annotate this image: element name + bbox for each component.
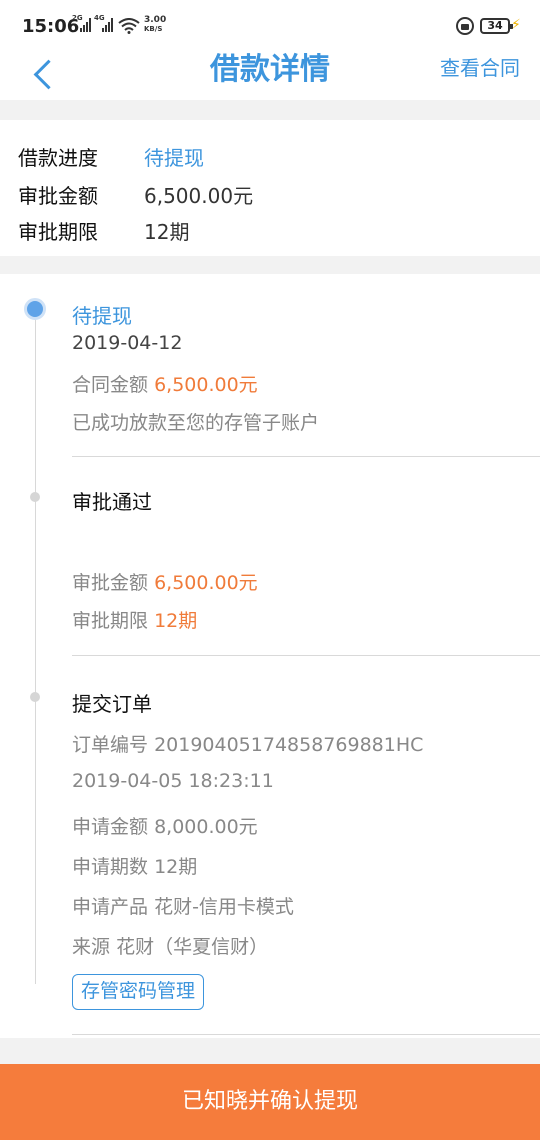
progress-value: 待提现 [144, 146, 204, 170]
amount-row: 审批金额 6,500.00元 [18, 180, 253, 209]
loan-timeline: 待提现 2019-04-12 合同金额 6,500.00元 已成功放款至您的存管… [0, 274, 540, 1038]
source-row: 来源 花财（华夏信财） [72, 936, 269, 958]
progress-row: 借款进度 待提现 [18, 142, 204, 171]
amount-value: 6,500.00元 [144, 184, 254, 208]
order-number-row: 订单编号 20190405174858769881HC [72, 734, 424, 756]
timeline-dot [30, 692, 40, 702]
network-speed: 3.00 KB/S [144, 15, 167, 34]
timeline-dot-active [24, 298, 46, 320]
term-row: 审批期限 12期 [18, 216, 189, 245]
term-label: 审批期限 [18, 220, 98, 244]
confirm-withdraw-button[interactable]: 已知晓并确认提现 [0, 1064, 540, 1140]
contract-amount-row: 合同金额 6,500.00元 [72, 374, 258, 396]
step-title: 审批通过 [72, 490, 152, 514]
deposit-password-button[interactable]: 存管密码管理 [72, 974, 205, 1010]
approved-term-row: 审批期限 12期 [72, 610, 198, 632]
approved-amount-row: 审批金额 6,500.00元 [72, 572, 258, 594]
loan-summary: 借款进度 待提现 审批金额 6,500.00元 审批期限 12期 [0, 120, 540, 256]
amount-label: 审批金额 [18, 184, 98, 208]
step-title: 提交订单 [72, 692, 152, 716]
divider [72, 655, 540, 656]
nav-header: 借款详情 查看合同 [0, 48, 540, 100]
term-value: 12期 [144, 220, 190, 244]
step-date: 2019-04-12 [72, 332, 183, 354]
battery-icon: 34 [480, 18, 513, 34]
apply-amount-row: 申请金额 8,000.00元 [72, 816, 258, 838]
product-row: 申请产品 花财-信用卡模式 [72, 896, 294, 918]
charging-icon: ⚡ [511, 17, 521, 33]
wifi-icon [118, 18, 140, 34]
rotation-lock-icon [456, 17, 474, 35]
step-note: 已成功放款至您的存管子账户 [72, 412, 320, 434]
status-bar: 15:06 2G 4G 3.00 KB/S 34 ⚡ [0, 0, 540, 48]
step-title: 待提现 [72, 304, 132, 328]
screen: 15:06 2G 4G 3.00 KB/S 34 ⚡ 借款详情 查看合同 借款进… [0, 0, 540, 1140]
view-contract-link[interactable]: 查看合同 [440, 54, 520, 82]
apply-term-row: 申请期数 12期 [72, 856, 198, 878]
status-time: 15:06 [22, 16, 80, 37]
divider [72, 456, 540, 457]
progress-label: 借款进度 [18, 146, 98, 170]
timeline-line [35, 310, 36, 984]
timeline-dot [30, 492, 40, 502]
order-datetime: 2019-04-05 18:23:11 [72, 770, 274, 792]
divider [72, 1034, 540, 1035]
